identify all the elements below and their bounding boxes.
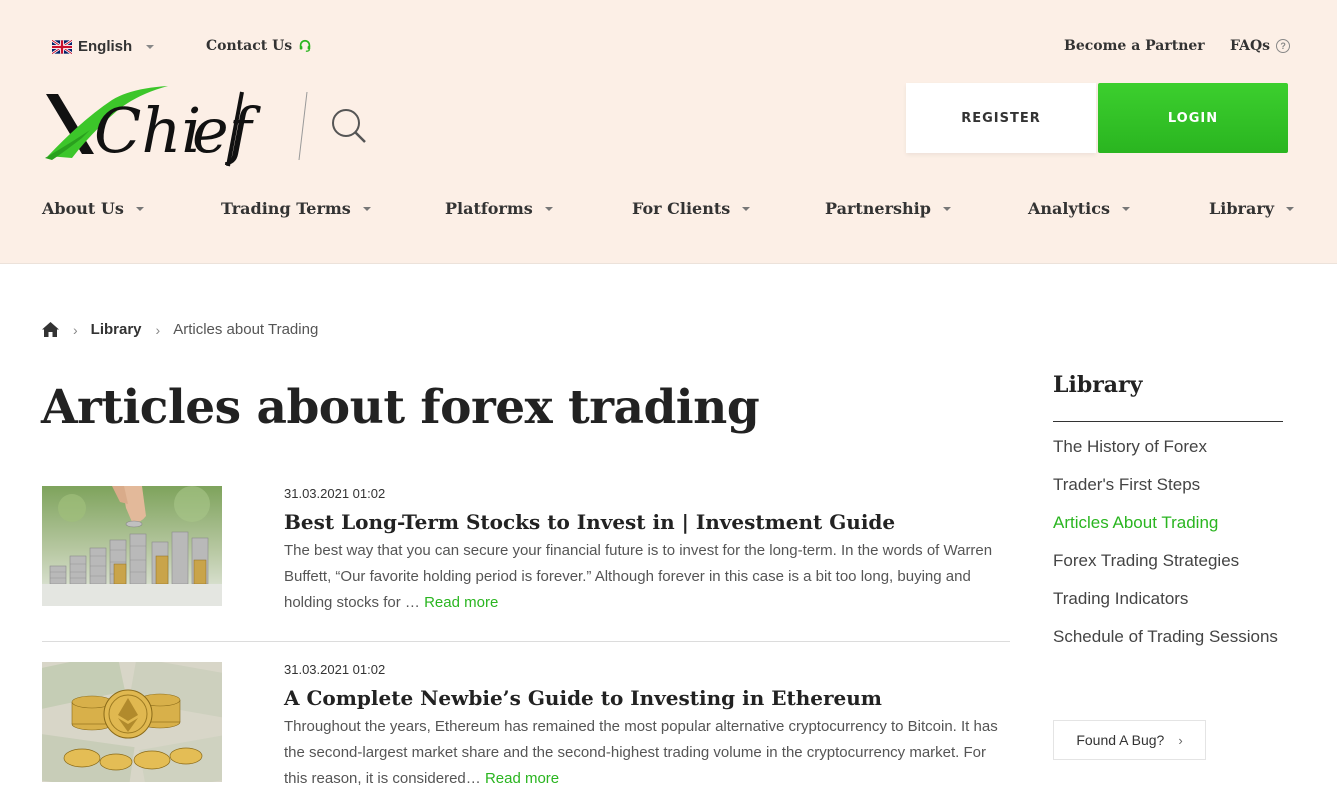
nav-item-label: Analytics — [1028, 199, 1111, 218]
sidebar-divider — [1053, 421, 1283, 422]
become-partner-label: Become a Partner — [1064, 38, 1205, 54]
faqs-link[interactable]: FAQs ? — [1230, 38, 1291, 54]
found-a-bug-label: Found A Bug? — [1076, 732, 1165, 748]
nav-item-label: About Us — [42, 199, 124, 218]
sidebar-item-history-of-forex[interactable]: The History of Forex — [1053, 437, 1278, 475]
nav-item-label: For Clients — [632, 199, 731, 218]
chevron-down-icon — [742, 206, 751, 211]
sidebar-item-schedule-of-trading-sessions[interactable]: Schedule of Trading Sessions — [1053, 627, 1278, 665]
svg-text:ef: ef — [192, 94, 262, 167]
contact-us-link[interactable]: Contact Us — [206, 38, 312, 54]
language-label: English — [78, 38, 133, 55]
page-title: Articles about forex trading — [41, 380, 760, 435]
xchief-logo[interactable]: Chi ef — [42, 80, 282, 172]
breadcrumb-separator: › — [73, 321, 78, 338]
main-nav: About Us Trading Terms Platforms For Cli… — [0, 199, 1337, 223]
breadcrumb-separator: › — [155, 321, 161, 338]
logo-divider — [298, 92, 308, 160]
contact-us-label: Contact Us — [206, 38, 293, 54]
nav-item-analytics[interactable]: Analytics — [1028, 199, 1131, 218]
nav-item-platforms[interactable]: Platforms — [445, 199, 553, 218]
nav-item-for-clients[interactable]: For Clients — [632, 199, 751, 218]
article-date: 31.03.2021 01:02 — [284, 486, 386, 501]
sidebar-item-forex-trading-strategies[interactable]: Forex Trading Strategies — [1053, 551, 1278, 589]
sidebar-item-traders-first-steps[interactable]: Trader's First Steps — [1053, 475, 1278, 513]
found-a-bug-button[interactable]: Found A Bug? › — [1053, 720, 1206, 760]
site-header: English Contact Us Become a Partner FAQs… — [0, 0, 1337, 264]
become-partner-link[interactable]: Become a Partner — [1064, 38, 1205, 54]
language-selector[interactable]: English — [52, 38, 155, 55]
nav-item-partnership[interactable]: Partnership — [825, 199, 951, 218]
chevron-down-icon — [362, 206, 371, 211]
login-button[interactable]: LOGIN — [1098, 83, 1288, 153]
article-excerpt-text: The best way that you can secure your fi… — [284, 542, 993, 611]
read-more-link[interactable]: Read more — [485, 770, 559, 787]
chevron-down-icon — [146, 44, 155, 49]
nav-item-library[interactable]: Library — [1209, 199, 1295, 218]
headset-icon — [299, 39, 311, 52]
chevron-down-icon — [544, 206, 553, 211]
chevron-right-icon: › — [1178, 732, 1183, 748]
search-icon[interactable] — [330, 107, 368, 145]
nav-item-about-us[interactable]: About Us — [42, 199, 144, 218]
article-divider — [42, 641, 1010, 642]
breadcrumb-library-link[interactable]: Library — [91, 321, 142, 338]
article-date: 31.03.2021 01:02 — [284, 662, 386, 677]
article-thumbnail-coins[interactable] — [42, 486, 222, 606]
breadcrumb: › Library › Articles about Trading — [42, 321, 318, 338]
faqs-label: FAQs — [1230, 38, 1271, 54]
svg-text:Chi: Chi — [94, 94, 201, 167]
sidebar-title: Library — [1053, 372, 1143, 398]
article-title[interactable]: A Complete Newbie’s Guide to Investing i… — [284, 686, 882, 710]
nav-item-trading-terms[interactable]: Trading Terms — [221, 199, 371, 218]
sidebar-item-articles-about-trading[interactable]: Articles About Trading — [1053, 513, 1278, 551]
chevron-down-icon — [942, 206, 951, 211]
register-button[interactable]: REGISTER — [906, 83, 1096, 153]
breadcrumb-current: Articles about Trading — [173, 321, 319, 338]
sidebar-item-trading-indicators[interactable]: Trading Indicators — [1053, 589, 1278, 627]
article-excerpt: The best way that you can secure your fi… — [284, 538, 1010, 616]
read-more-link[interactable]: Read more — [424, 594, 498, 611]
question-circle-icon: ? — [1276, 39, 1291, 53]
article-item: 31.03.2021 01:02 Best Long-Term Stocks t… — [42, 486, 1010, 616]
uk-flag-icon — [52, 39, 72, 54]
article-excerpt: Throughout the years, Ethereum has remai… — [284, 714, 1010, 792]
nav-item-label: Library — [1209, 199, 1275, 218]
article-item: 31.03.2021 01:02 A Complete Newbie’s Gui… — [42, 662, 1010, 792]
chevron-down-icon — [1122, 206, 1131, 211]
chevron-down-icon — [135, 206, 144, 211]
chevron-down-icon — [1286, 206, 1295, 211]
nav-item-label: Trading Terms — [221, 199, 351, 218]
home-icon[interactable] — [42, 322, 59, 337]
sidebar-menu: The History of Forex Trader's First Step… — [1053, 437, 1278, 665]
article-title[interactable]: Best Long-Term Stocks to Invest in | Inv… — [284, 510, 895, 534]
nav-item-label: Platforms — [445, 199, 533, 218]
article-excerpt-text: Throughout the years, Ethereum has remai… — [284, 718, 998, 787]
nav-item-label: Partnership — [825, 199, 931, 218]
article-thumbnail-ethereum[interactable] — [42, 662, 222, 782]
